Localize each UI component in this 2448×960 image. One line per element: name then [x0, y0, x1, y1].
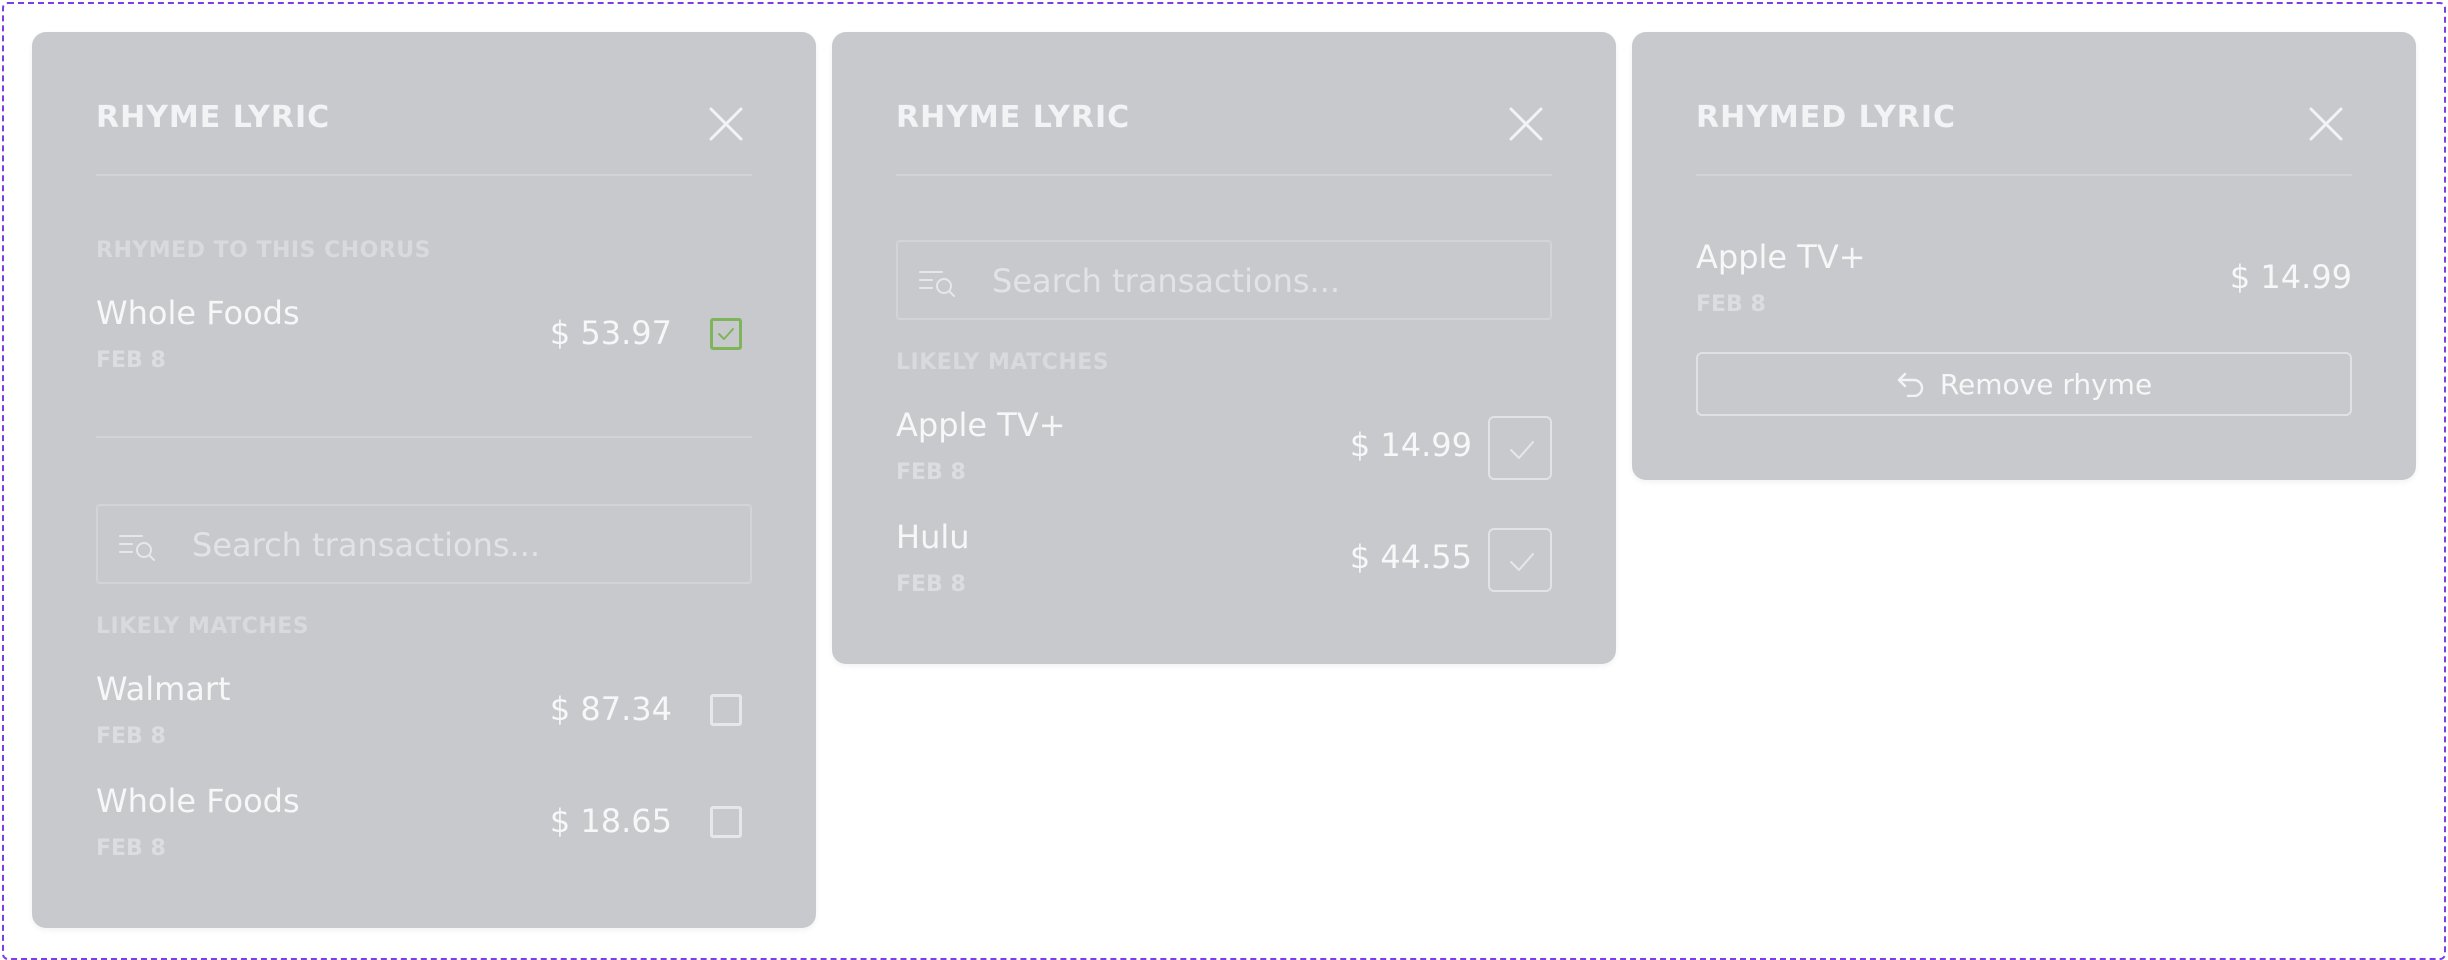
match-name: Hulu — [896, 518, 970, 556]
panel-title: RHYMED LYRIC — [1696, 100, 1957, 135]
match-amount: $ 87.34 — [549, 690, 672, 728]
rhymed-section-label: RHYMED TO THIS CHORUS — [96, 238, 432, 263]
rhymed-checkbox[interactable] — [710, 318, 742, 350]
rhymed-lyric-panel: RHYMED LYRIC Apple TV+ FEB 8 $ 14.99 Rem… — [1632, 32, 2416, 480]
header-divider — [96, 174, 752, 176]
match-date: FEB 8 — [96, 836, 166, 861]
close-icon[interactable] — [706, 104, 746, 144]
likely-matches-label: LIKELY MATCHES — [896, 350, 1110, 375]
rhymed-transaction-amount: $ 53.97 — [549, 314, 672, 352]
rhyme-lyric-panel-1: RHYME LYRIC RHYMED TO THIS CHORUS Whole … — [32, 32, 816, 928]
likely-matches-label: LIKELY MATCHES — [96, 614, 310, 639]
search-placeholder: Search transactions... — [992, 262, 1341, 300]
rhyme-lyric-panel-2: RHYME LYRIC Search transactions... LIKEL… — [832, 32, 1616, 664]
match-amount: $ 18.65 — [549, 802, 672, 840]
search-input[interactable]: Search transactions... — [896, 240, 1552, 320]
panel-title: RHYME LYRIC — [896, 100, 1131, 135]
rhymed-transaction-name: Whole Foods — [96, 294, 300, 332]
rhymed-transaction-date: FEB 8 — [96, 348, 166, 373]
match-checkbox[interactable] — [1488, 416, 1552, 480]
match-checkbox[interactable] — [710, 694, 742, 726]
match-amount: $ 14.99 — [1349, 426, 1472, 464]
close-icon[interactable] — [2306, 104, 2346, 144]
filter-search-icon — [119, 535, 155, 561]
search-input[interactable]: Search transactions... — [96, 504, 752, 584]
search-placeholder: Search transactions... — [192, 526, 541, 564]
match-name: Whole Foods — [96, 782, 300, 820]
remove-rhyme-label: Remove rhyme — [1939, 367, 2153, 401]
match-checkbox[interactable] — [710, 806, 742, 838]
match-name: Walmart — [96, 670, 231, 708]
match-amount: $ 44.55 — [1349, 538, 1472, 576]
undo-arrow-icon — [1897, 372, 1923, 397]
match-checkbox[interactable] — [1488, 528, 1552, 592]
check-icon — [1510, 553, 1534, 571]
check-icon — [718, 328, 734, 340]
panel-title: RHYME LYRIC — [96, 100, 331, 135]
remove-rhyme-button[interactable]: Remove rhyme — [1696, 352, 2352, 416]
rhymed-transaction-name: Apple TV+ — [1696, 238, 1866, 276]
match-date: FEB 8 — [96, 724, 166, 749]
header-divider — [896, 174, 1552, 176]
section-divider — [96, 436, 752, 438]
match-date: FEB 8 — [896, 460, 966, 485]
check-icon — [1510, 441, 1534, 459]
match-name: Apple TV+ — [896, 406, 1066, 444]
header-divider — [1696, 174, 2352, 176]
match-date: FEB 8 — [896, 572, 966, 597]
rhymed-transaction-amount: $ 14.99 — [2229, 258, 2352, 296]
filter-search-icon — [919, 271, 955, 297]
close-icon[interactable] — [1506, 104, 1546, 144]
rhymed-transaction-date: FEB 8 — [1696, 292, 1766, 317]
